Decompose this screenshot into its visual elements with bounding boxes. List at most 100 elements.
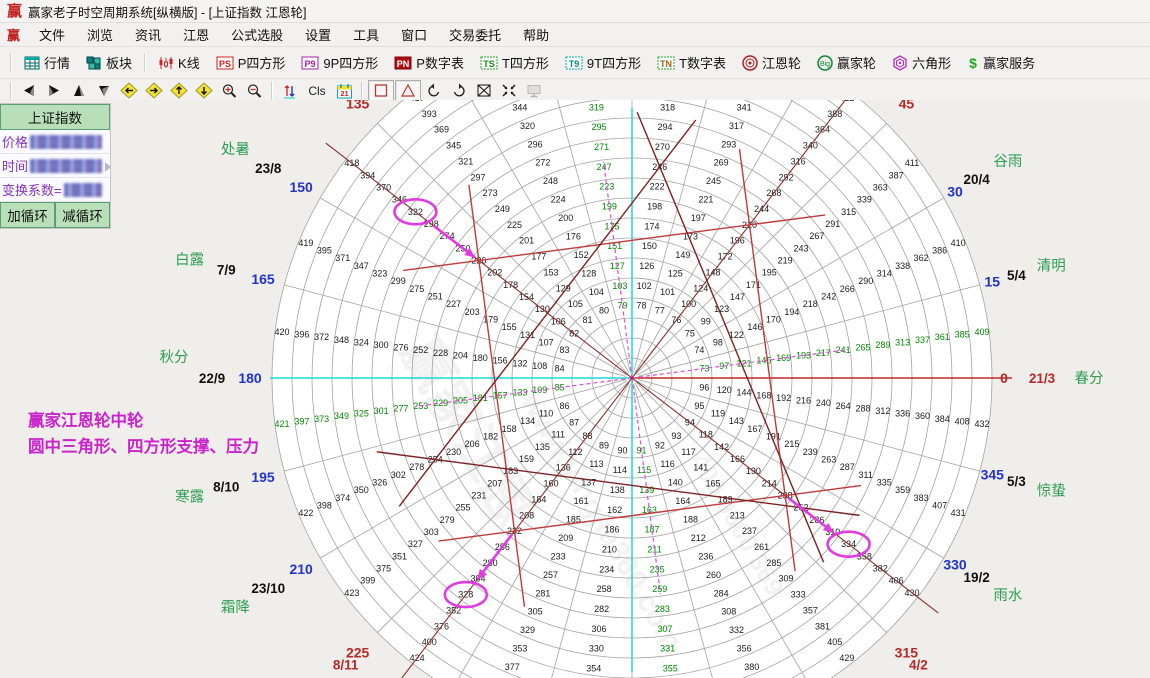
triangle-overlay-tool[interactable]	[395, 80, 421, 101]
menu-item-help[interactable]: 帮助	[512, 23, 560, 46]
wheel-number: 93	[671, 431, 681, 441]
menu-item-gann[interactable]: 江恩	[172, 23, 220, 46]
wheel-number: 213	[730, 510, 745, 520]
wheel-number: 180	[473, 353, 488, 363]
menu-item-tools[interactable]: 工具	[342, 23, 390, 46]
cls-button[interactable]: Cls	[303, 81, 331, 100]
wheel-number-cardinal: 373	[314, 414, 329, 424]
rotate-down-button[interactable]	[92, 81, 116, 100]
wheel-number-cardinal: 289	[875, 340, 890, 350]
wheel-number: 140	[668, 477, 683, 487]
wheel-number: 297	[470, 172, 485, 182]
square-overlay-tool[interactable]	[368, 80, 394, 101]
sort-toggle-button[interactable]	[278, 81, 302, 100]
wheel-number: 99	[701, 316, 711, 326]
step-back-button[interactable]	[17, 81, 41, 100]
axis-label: 210	[289, 561, 313, 577]
wheel-number: 431	[951, 508, 966, 518]
right-triangle-icon	[46, 83, 62, 98]
rotate-ccw-button[interactable]	[422, 81, 446, 100]
menu-item-window[interactable]: 窗口	[390, 23, 438, 46]
wheel-number: 170	[766, 314, 781, 324]
zoom-in-button[interactable]	[217, 81, 241, 100]
hexagon-button[interactable]: 六角形	[884, 50, 959, 75]
wheel-number: 75	[685, 329, 695, 339]
wheel-number: 98	[713, 337, 723, 347]
wheel-number: 380	[744, 662, 759, 672]
pan-up-button[interactable]	[167, 81, 191, 100]
winner-service-button[interactable]: $ 赢家服务	[959, 50, 1043, 75]
quotes-button[interactable]: 行情	[16, 50, 78, 75]
pan-down-button[interactable]	[192, 81, 216, 100]
wheel-number: 284	[714, 588, 729, 598]
wheel-number: 266	[840, 284, 855, 294]
wheel-number: 381	[815, 621, 830, 631]
wheel-number-cardinal: 409	[974, 327, 989, 337]
step-forward-button[interactable]	[42, 81, 66, 100]
panel-expand-icon[interactable]	[105, 162, 111, 172]
p-number-table-button[interactable]: PN P数字表	[386, 50, 472, 75]
wheel-number: 228	[433, 348, 448, 358]
gann-wheel-chart[interactable]: 赢家江恩www.yingjia360.com400 0600 369737475…	[0, 100, 1150, 678]
p-square-button[interactable]: PS P四方形	[208, 50, 294, 75]
pan-right-button[interactable]	[142, 81, 166, 100]
wheel-number: 324	[354, 337, 369, 347]
wheel-number: 407	[932, 500, 947, 510]
box-select-button[interactable]	[472, 81, 496, 100]
diamond-right-icon	[145, 82, 163, 99]
gann-wheel-button[interactable]: 江恩轮	[734, 50, 809, 75]
wheel-number: 87	[569, 417, 579, 427]
axis-label: 谷雨	[993, 153, 1022, 170]
menu-item-browse[interactable]: 浏览	[76, 23, 124, 46]
add-cycle-button[interactable]: 加循环	[0, 202, 55, 228]
menu-item-trading[interactable]: 交易委托	[438, 23, 512, 46]
wheel-number: 293	[721, 139, 736, 149]
wheel-number: 308	[721, 607, 736, 617]
kline-label: K线	[178, 53, 200, 72]
winner-wheel-button[interactable]: Big 赢家轮	[809, 50, 884, 75]
t9-square-button[interactable]: T9 9T四方形	[557, 50, 649, 75]
svg-text:PS: PS	[219, 59, 231, 69]
wheel-number: 215	[784, 439, 799, 449]
chart-area[interactable]: 赢家江恩www.yingjia360.com400 0600 369737475…	[0, 100, 1150, 678]
wheel-number-cardinal: 295	[591, 122, 606, 132]
wheel-number: 90	[617, 445, 627, 455]
collapse-arrows-button[interactable]	[497, 81, 521, 100]
p9-square-button[interactable]: P9 9P四方形	[293, 50, 386, 75]
axis-label: 345	[981, 467, 1005, 483]
svg-text:PN: PN	[397, 59, 410, 69]
t-number-table-button[interactable]: TN T数字表	[649, 50, 734, 75]
sidebar-panel: 上证指数 价格 时间 变换系数= 加循环 减循环	[0, 103, 111, 229]
wheel-number: 210	[602, 545, 617, 555]
menu-item-formula-pick[interactable]: 公式选股	[220, 23, 294, 46]
coefficient-row: 变换系数=	[0, 178, 110, 202]
wheel-number: 155	[502, 322, 517, 332]
wheel-number: 372	[314, 332, 329, 342]
price-value-redacted	[30, 135, 102, 149]
wheel-number: 377	[505, 662, 520, 672]
wheel-number: 219	[778, 256, 793, 266]
zoom-out-button[interactable]	[242, 81, 266, 100]
rotate-cw-icon	[451, 83, 467, 98]
screen-share-button[interactable]	[522, 81, 546, 100]
axis-label: 4/2	[909, 657, 928, 672]
down-triangle-icon	[96, 83, 112, 98]
sub-cycle-button[interactable]: 减循环	[55, 202, 110, 228]
wheel-number: 320	[520, 121, 535, 131]
calendar-button[interactable]: 21	[332, 81, 356, 100]
sectors-button[interactable]: 板块	[78, 50, 140, 75]
pan-left-button[interactable]	[117, 81, 141, 100]
hexagon-label: 六角形	[912, 53, 951, 72]
rotate-up-button[interactable]	[67, 81, 91, 100]
menu-item-news[interactable]: 资讯	[124, 23, 172, 46]
rotate-cw-button[interactable]	[447, 81, 471, 100]
menu-item-settings[interactable]: 设置	[294, 23, 342, 46]
wheel-number: 326	[372, 477, 387, 487]
toolbar-separator	[361, 82, 363, 100]
t-square-button[interactable]: TS T四方形	[472, 50, 557, 75]
kline-button[interactable]: K线	[150, 50, 208, 75]
menu-item-file[interactable]: 文件	[28, 23, 76, 46]
p9-icon: P9	[301, 56, 319, 70]
wheel-number: 264	[836, 401, 851, 411]
wheel-number: 194	[784, 307, 799, 317]
